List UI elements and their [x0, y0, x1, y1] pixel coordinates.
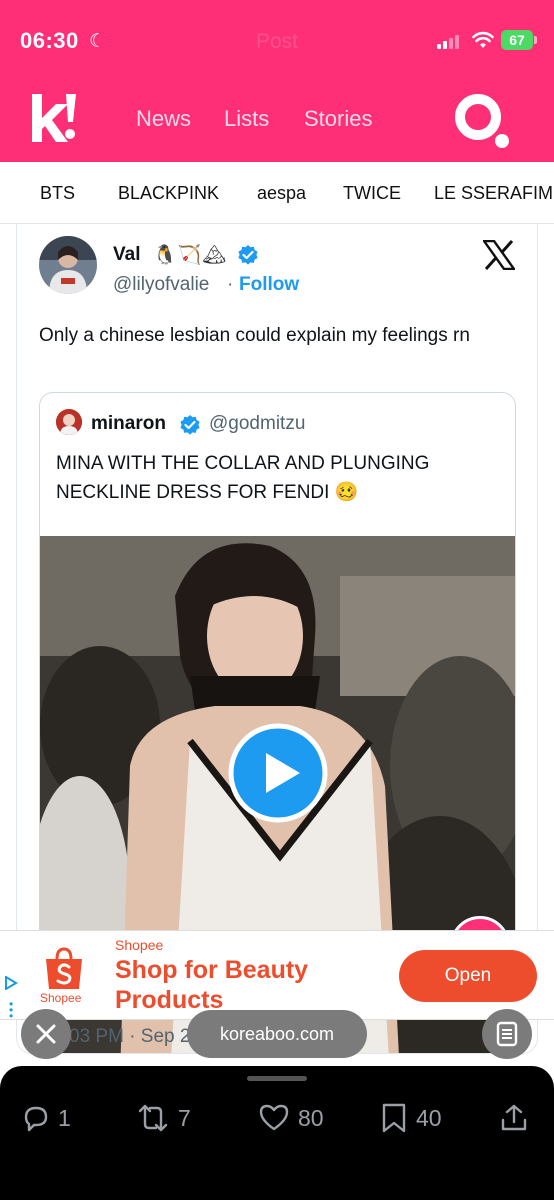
reply-count: 1: [58, 1105, 71, 1131]
adchoices-icon[interactable]: [4, 976, 18, 990]
quote-author-handle[interactable]: @godmitzu: [209, 413, 305, 435]
category-tabs: BTS BLACKPINK aespa TWICE LE SSERAFIM: [0, 162, 554, 224]
reader-icon: [496, 1021, 518, 1047]
search-icon[interactable]: [452, 91, 512, 151]
koreaboo-logo[interactable]: [26, 90, 80, 148]
reply-button[interactable]: 1: [20, 1100, 80, 1136]
tab-aespa[interactable]: aespa: [257, 183, 306, 204]
retweet-button[interactable]: 7: [136, 1100, 206, 1136]
follow-button[interactable]: Follow: [239, 274, 299, 296]
nav-lists[interactable]: Lists: [224, 106, 269, 132]
share-button[interactable]: [498, 1100, 530, 1136]
nav-stories[interactable]: Stories: [304, 106, 372, 132]
retweet-icon: [138, 1104, 168, 1132]
like-button[interactable]: 80: [258, 1100, 338, 1136]
screen: 06:30 ☾ Post 67 News Lists Stories BTS B…: [0, 0, 554, 1200]
tweet-text: Only a chinese lesbian could explain my …: [39, 325, 470, 346]
signal-icon: [437, 33, 465, 49]
retweet-count: 7: [178, 1105, 191, 1131]
tweet-action-bar: 1 7 80 40: [0, 1066, 554, 1200]
ad-banner[interactable]: • • • Shopee Shopee Shop for Beauty Produc…: [0, 930, 554, 1022]
ad-more-icon[interactable]: • • •: [9, 998, 13, 1022]
shopee-logo-icon: [46, 947, 82, 989]
reply-icon: [24, 1106, 48, 1132]
bookmark-count: 40: [416, 1105, 442, 1131]
ad-title[interactable]: Shop for Beauty Products: [115, 955, 375, 1015]
avatar[interactable]: [39, 236, 97, 294]
x-logo-icon[interactable]: [483, 240, 515, 270]
shopee-logo-label: Shopee: [40, 991, 82, 1005]
author-name[interactable]: Val: [113, 244, 140, 266]
close-button[interactable]: [21, 1009, 71, 1059]
verified-badge-icon: [180, 415, 200, 435]
quote-author-name[interactable]: minaron: [91, 413, 166, 435]
author-handle[interactable]: @lilyofvalie: [113, 274, 209, 296]
tab-bts[interactable]: BTS: [40, 183, 75, 204]
author-emoji: 🐧🏹🏔: [153, 245, 228, 266]
ad-open-button[interactable]: Open: [399, 950, 537, 1002]
wifi-icon: [472, 31, 494, 48]
close-icon: [36, 1024, 56, 1044]
bookmark-button[interactable]: 40: [380, 1100, 460, 1136]
tab-twice[interactable]: TWICE: [343, 183, 401, 204]
share-icon: [501, 1104, 527, 1131]
verified-badge-icon: [238, 245, 258, 265]
tab-le-sserafim[interactable]: LE SSERAFIM: [434, 183, 553, 204]
url-bar[interactable]: koreaboo.com: [187, 1010, 367, 1058]
app-header: 06:30 ☾ Post 67 News Lists Stories: [0, 0, 554, 162]
reader-mode-button[interactable]: [482, 1009, 532, 1059]
tweet-timestamp[interactable]: 03 PM · Sep 2: [69, 1026, 190, 1048]
bookmark-icon: [382, 1103, 406, 1133]
battery-tip: [534, 36, 537, 44]
quote-avatar[interactable]: [56, 409, 82, 435]
quote-text: MINA WITH THE COLLAR AND PLUNGING NECKLI…: [56, 453, 430, 503]
ad-brand: Shopee: [115, 937, 164, 953]
battery-indicator: 67: [501, 30, 533, 50]
tab-blackpink[interactable]: BLACKPINK: [118, 183, 219, 204]
sheet-grabber[interactable]: [247, 1076, 307, 1081]
like-count: 80: [298, 1105, 324, 1131]
page-title: Post: [255, 30, 299, 53]
nav-news[interactable]: News: [136, 106, 191, 132]
separator-dot: ·: [227, 274, 234, 295]
play-button-icon[interactable]: [228, 723, 328, 823]
heart-icon: [259, 1104, 289, 1131]
